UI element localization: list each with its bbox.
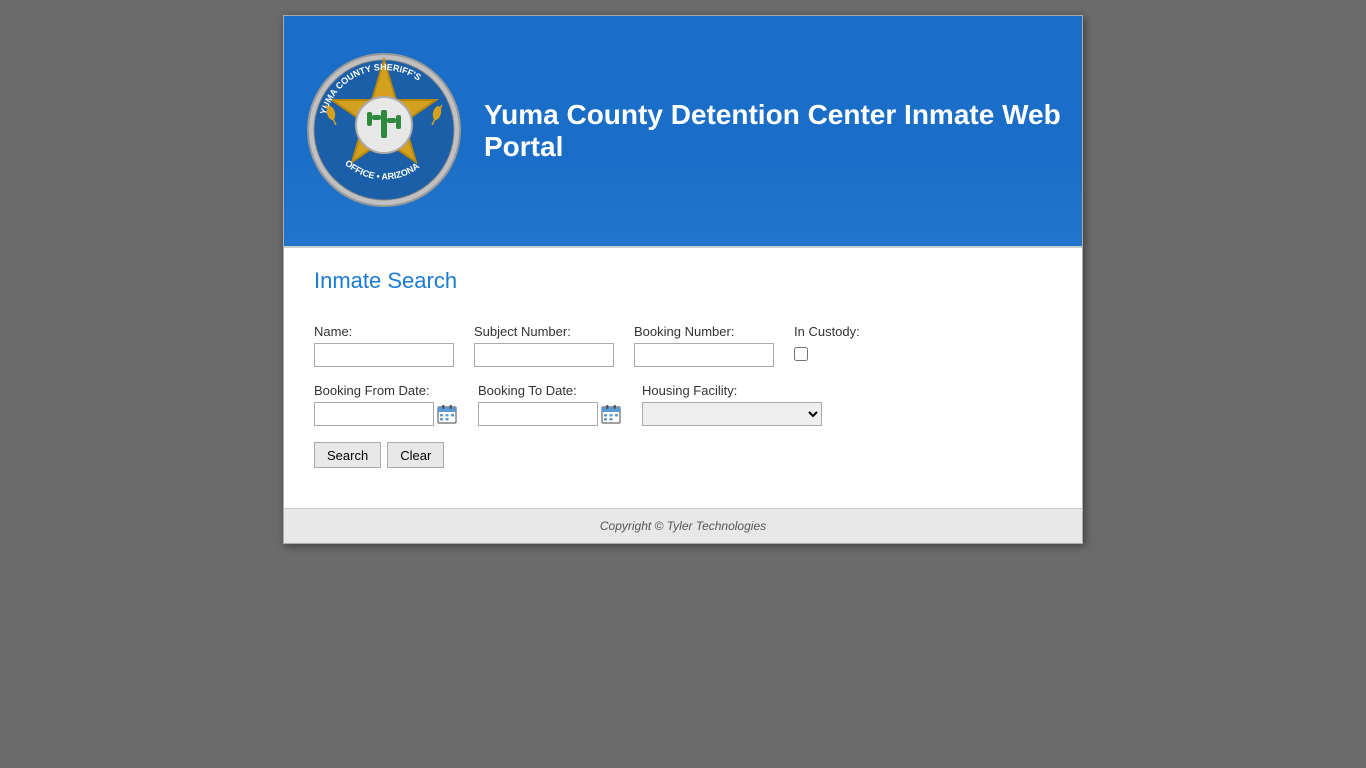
field-housing-facility: Housing Facility: All Facilities <box>642 383 822 426</box>
booking-number-label: Booking Number: <box>634 324 774 339</box>
in-custody-label: In Custody: <box>794 324 860 339</box>
name-label: Name: <box>314 324 454 339</box>
button-row: Search Clear <box>314 442 1052 468</box>
booking-to-calendar-icon[interactable] <box>600 403 622 425</box>
field-subject: Subject Number: <box>474 324 614 367</box>
in-custody-checkbox[interactable] <box>794 347 808 361</box>
field-booking-from: Booking From Date: <box>314 383 458 426</box>
header-title-container: Yuma County Detention Center Inmate Web … <box>484 99 1062 163</box>
booking-to-label: Booking To Date: <box>478 383 622 398</box>
page-title: Inmate Search <box>314 268 1052 294</box>
booking-to-input[interactable] <box>478 402 598 426</box>
field-booking-number: Booking Number: <box>634 324 774 367</box>
header: YUMA COUNTY SHERIFF'S OFFICE • ARIZONA Y… <box>284 16 1082 246</box>
form-row-1: Name: Subject Number: Booking Number: In… <box>314 324 1052 367</box>
field-name: Name: <box>314 324 454 367</box>
subject-number-label: Subject Number: <box>474 324 614 339</box>
booking-number-input[interactable] <box>634 343 774 367</box>
housing-facility-label: Housing Facility: <box>642 383 822 398</box>
field-in-custody: In Custody: <box>794 324 860 361</box>
booking-from-input[interactable] <box>314 402 434 426</box>
clear-button[interactable]: Clear <box>387 442 444 468</box>
search-button[interactable]: Search <box>314 442 381 468</box>
booking-from-date-wrapper <box>314 402 458 426</box>
name-input[interactable] <box>314 343 454 367</box>
housing-facility-select[interactable]: All Facilities <box>642 402 822 426</box>
badge-icon: YUMA COUNTY SHERIFF'S OFFICE • ARIZONA <box>304 50 464 210</box>
booking-to-date-wrapper <box>478 402 622 426</box>
inmate-search-form: Name: Subject Number: Booking Number: In… <box>314 314 1052 478</box>
copyright-text: Copyright © Tyler Technologies <box>600 519 766 533</box>
booking-from-label: Booking From Date: <box>314 383 458 398</box>
form-row-2: Booking From Date: <box>314 383 1052 426</box>
main-container: YUMA COUNTY SHERIFF'S OFFICE • ARIZONA Y… <box>283 15 1083 544</box>
footer: Copyright © Tyler Technologies <box>284 508 1082 543</box>
subject-number-input[interactable] <box>474 343 614 367</box>
badge-container: YUMA COUNTY SHERIFF'S OFFICE • ARIZONA <box>304 50 464 213</box>
header-title: Yuma County Detention Center Inmate Web … <box>484 99 1062 163</box>
field-booking-to: Booking To Date: <box>478 383 622 426</box>
content-area: Inmate Search Name: Subject Number: Book… <box>284 246 1082 508</box>
booking-from-calendar-icon[interactable] <box>436 403 458 425</box>
